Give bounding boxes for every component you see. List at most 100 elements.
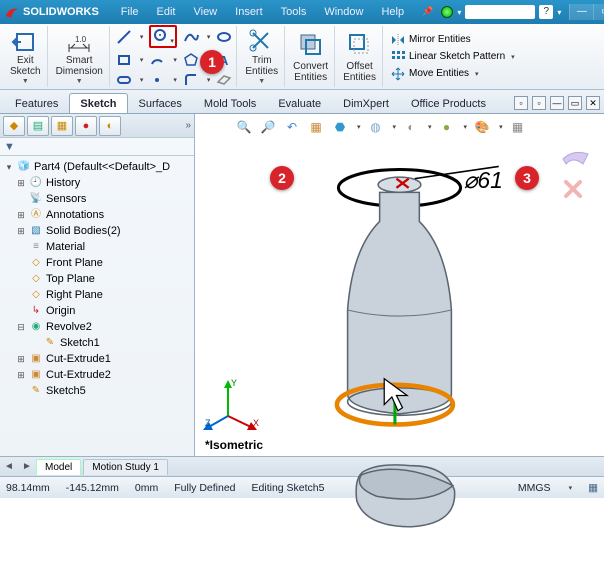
menu-tools[interactable]: Tools: [273, 4, 315, 20]
ribbon: Exit Sketch ▼ 1.0 Smart Dimension ▼ ▾ ▾ …: [0, 24, 604, 90]
tree-item[interactable]: 📡Sensors: [2, 191, 192, 207]
panel-min[interactable]: —: [550, 96, 564, 110]
tab-features[interactable]: Features: [4, 93, 69, 113]
fillet-tool-button[interactable]: [183, 72, 199, 88]
tree-item[interactable]: ⊟◉Revolve2: [2, 319, 192, 335]
menu-file[interactable]: File: [113, 4, 147, 20]
fm-tab-4[interactable]: ●: [75, 116, 97, 136]
tree-item[interactable]: ◇Front Plane: [2, 255, 192, 271]
filter-icon[interactable]: ▼: [4, 141, 15, 153]
tree-item[interactable]: ✎Sketch1: [2, 335, 192, 351]
maximize-button[interactable]: ▭: [593, 4, 604, 20]
tree-item[interactable]: ✎Sketch5: [2, 383, 192, 399]
panel-close[interactable]: ✕: [586, 96, 600, 110]
exit-sketch-button[interactable]: Exit Sketch ▼: [4, 26, 48, 87]
circle-tool-button[interactable]: [152, 27, 168, 43]
smart-dimension-button[interactable]: 1.0 Smart Dimension ▼: [50, 26, 110, 87]
convert-entities-button[interactable]: Convert Entities: [287, 26, 335, 87]
menu-edit[interactable]: Edit: [149, 4, 184, 20]
view-settings-icon[interactable]: ▦: [509, 118, 527, 136]
line-tool-button[interactable]: [116, 29, 132, 45]
trim-entities-button[interactable]: Trim Entities ▼: [239, 26, 285, 87]
plane-tool-button[interactable]: [216, 72, 232, 88]
view-orient-icon[interactable]: ⬣: [331, 118, 349, 136]
rectangle-tool-button[interactable]: [116, 52, 132, 68]
help-button[interactable]: ?: [539, 5, 553, 19]
polygon-tool-button[interactable]: [183, 52, 199, 68]
mirror-entities-button[interactable]: Mirror Entities: [391, 33, 515, 47]
revolve-icon: ◉: [29, 320, 43, 334]
menu-insert[interactable]: Insert: [227, 4, 271, 20]
triad-icon[interactable]: Y X Z: [203, 376, 263, 436]
panel-max[interactable]: ▭: [568, 96, 582, 110]
fm-tab-1[interactable]: ◆: [3, 116, 25, 136]
feature-tree: ▾🧊Part4 (Default<<Default>_D ⊞🕘History📡S…: [0, 156, 194, 456]
tree-item[interactable]: ◇Top Plane: [2, 271, 192, 287]
offset-icon: [346, 31, 374, 59]
menu-pin-icon[interactable]: 📌: [414, 4, 441, 20]
status-z: 0mm: [135, 482, 158, 494]
tab-mold-tools[interactable]: Mold Tools: [193, 93, 267, 113]
prev-view-icon[interactable]: ↶: [283, 118, 301, 136]
zoom-area-icon[interactable]: 🔎: [259, 118, 277, 136]
tab-surfaces[interactable]: Surfaces: [128, 93, 193, 113]
svg-text:X: X: [253, 418, 259, 428]
zoom-fit-icon[interactable]: 🔍: [235, 118, 253, 136]
menu-help[interactable]: Help: [373, 4, 412, 20]
dimension-label[interactable]: ⌀61: [464, 167, 503, 193]
status-y: -145.12mm: [66, 482, 119, 494]
tree-item[interactable]: ⊞🕘History: [2, 175, 192, 191]
history-icon: 🕘: [29, 176, 43, 190]
model-tab[interactable]: Model: [36, 459, 81, 475]
minimize-button[interactable]: —: [569, 4, 593, 20]
scene-icon[interactable]: ●: [438, 118, 456, 136]
slot-tool-button[interactable]: [116, 72, 132, 88]
section-view-icon[interactable]: ▦: [307, 118, 325, 136]
fm-tab-2[interactable]: ▤: [27, 116, 49, 136]
tree-item[interactable]: ⊞▧Solid Bodies(2): [2, 223, 192, 239]
display-style-icon[interactable]: ◍: [367, 118, 385, 136]
tree-item[interactable]: ≡Material: [2, 239, 192, 255]
sketch-icon: ✎: [29, 384, 43, 398]
appearance-icon[interactable]: 🎨: [473, 118, 491, 136]
app-name: SOLIDWORKS: [23, 6, 99, 18]
trim-icon: [248, 28, 276, 53]
tree-root[interactable]: Part4 (Default<<Default>_D: [34, 159, 170, 175]
arc-tool-button[interactable]: [149, 52, 165, 68]
search-input[interactable]: [465, 5, 535, 19]
cutext-icon: ▣: [29, 352, 43, 366]
graphics-viewport[interactable]: 🔍 🔎 ↶ ▦ ⬣▾ ◍▾ ◐▾ ●▾ 🎨▾ ▦ 2 3 ⌀61: [195, 114, 604, 456]
tab-evaluate[interactable]: Evaluate: [267, 93, 332, 113]
tree-item[interactable]: ⊞ⒶAnnotations: [2, 207, 192, 223]
offset-entities-button[interactable]: Offset Entities: [337, 26, 383, 87]
fm-tab-3[interactable]: ▦: [51, 116, 73, 136]
move-entities-button[interactable]: Move Entities▾: [391, 67, 515, 81]
fm-expand[interactable]: »: [185, 120, 191, 131]
tree-item[interactable]: ↳Origin: [2, 303, 192, 319]
convert-icon: [297, 31, 325, 59]
tab-scroll-left[interactable]: ◄: [0, 461, 18, 472]
linear-pattern-button[interactable]: Linear Sketch Pattern▾: [391, 50, 515, 64]
tab-scroll-right[interactable]: ►: [18, 461, 36, 472]
menu-window[interactable]: Window: [316, 4, 371, 20]
tree-item[interactable]: ⊞▣Cut-Extrude1: [2, 351, 192, 367]
heads-up-toolbar: 🔍 🔎 ↶ ▦ ⬣▾ ◍▾ ◐▾ ●▾ 🎨▾ ▦: [235, 118, 527, 136]
tab-dimxpert[interactable]: DimXpert: [332, 93, 400, 113]
exit-sketch-icon: [11, 28, 39, 53]
point-tool-button[interactable]: [149, 72, 165, 88]
command-tab-strip: Features Sketch Surfaces Mold Tools Eval…: [0, 90, 604, 114]
fm-tab-5[interactable]: ◐: [99, 116, 121, 136]
hide-show-icon[interactable]: ◐: [402, 118, 420, 136]
menu-view[interactable]: View: [185, 4, 225, 20]
ellipse-tool-button[interactable]: [216, 29, 232, 45]
motion-study-tab[interactable]: Motion Study 1: [83, 459, 168, 475]
status-x: 98.14mm: [6, 482, 50, 494]
panel-btn-2[interactable]: ▫: [532, 96, 546, 110]
panel-btn-1[interactable]: ▫: [514, 96, 528, 110]
tab-sketch[interactable]: Sketch: [69, 93, 127, 113]
tree-item[interactable]: ◇Right Plane: [2, 287, 192, 303]
status-orb-icon[interactable]: [441, 6, 453, 18]
tree-item[interactable]: ⊞▣Cut-Extrude2: [2, 367, 192, 383]
tab-office-products[interactable]: Office Products: [400, 93, 497, 113]
spline-tool-button[interactable]: [183, 29, 199, 45]
